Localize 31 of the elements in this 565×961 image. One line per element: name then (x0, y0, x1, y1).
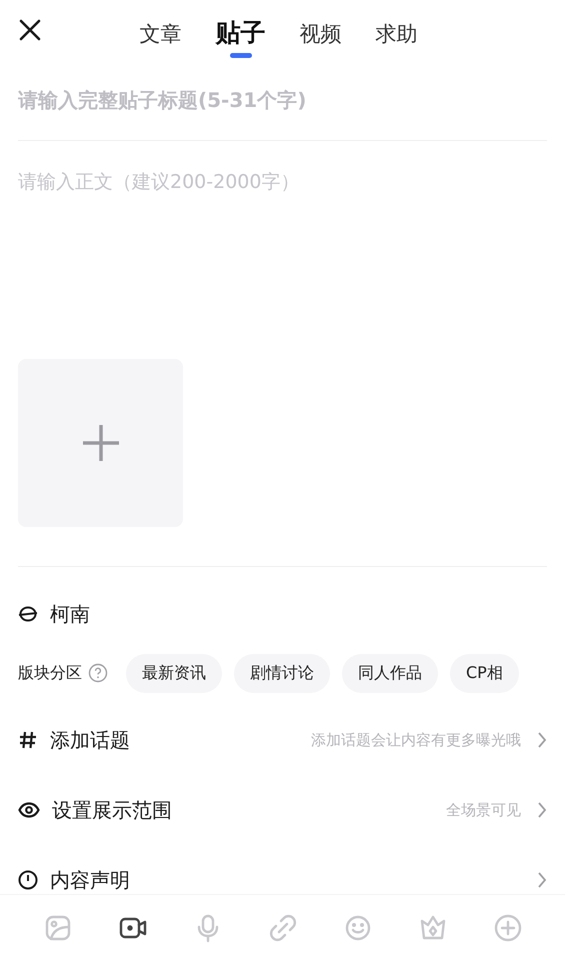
chevron-icon (537, 801, 547, 819)
tab[interactable]: 视频 (294, 14, 348, 58)
setting-row[interactable]: 设置展示范围 全场景可见 (18, 775, 547, 845)
eye-icon (18, 800, 40, 820)
row-hint: 添加话题会让内容有更多曝光哦 (311, 730, 521, 750)
section-chip[interactable]: 剧情讨论 (234, 654, 330, 692)
plus-circle-icon[interactable] (492, 913, 522, 943)
setting-row[interactable]: 内容声明 (18, 845, 547, 894)
section-label: 版块分区 (18, 662, 82, 684)
row-label: 添加话题 (50, 726, 130, 754)
row-hint: 全场景可见 (446, 800, 521, 820)
hash-icon (18, 730, 38, 750)
help-icon[interactable] (88, 663, 108, 683)
close-icon[interactable] (18, 18, 42, 42)
setting-row[interactable]: 添加话题 添加话题会让内容有更多曝光哦 (18, 705, 547, 775)
row-label: 设置展示范围 (52, 796, 172, 824)
info-icon (18, 870, 38, 890)
link-icon[interactable] (268, 913, 298, 943)
row-label: 内容声明 (50, 866, 130, 894)
add-image-button[interactable] (18, 359, 183, 527)
plus-icon (80, 423, 120, 463)
tab[interactable]: 求助 (370, 14, 424, 58)
tab[interactable]: 贴子 (210, 10, 272, 58)
forum-icon (18, 604, 38, 624)
chevron-icon (537, 731, 547, 749)
chevron-icon (537, 871, 547, 889)
section-chip[interactable]: CP相 (450, 654, 519, 692)
tab[interactable]: 文章 (134, 14, 188, 58)
section-chip[interactable]: 同人作品 (342, 654, 438, 692)
forum-name: 柯南 (50, 600, 90, 628)
section-chip[interactable]: 最新资讯 (126, 654, 222, 692)
